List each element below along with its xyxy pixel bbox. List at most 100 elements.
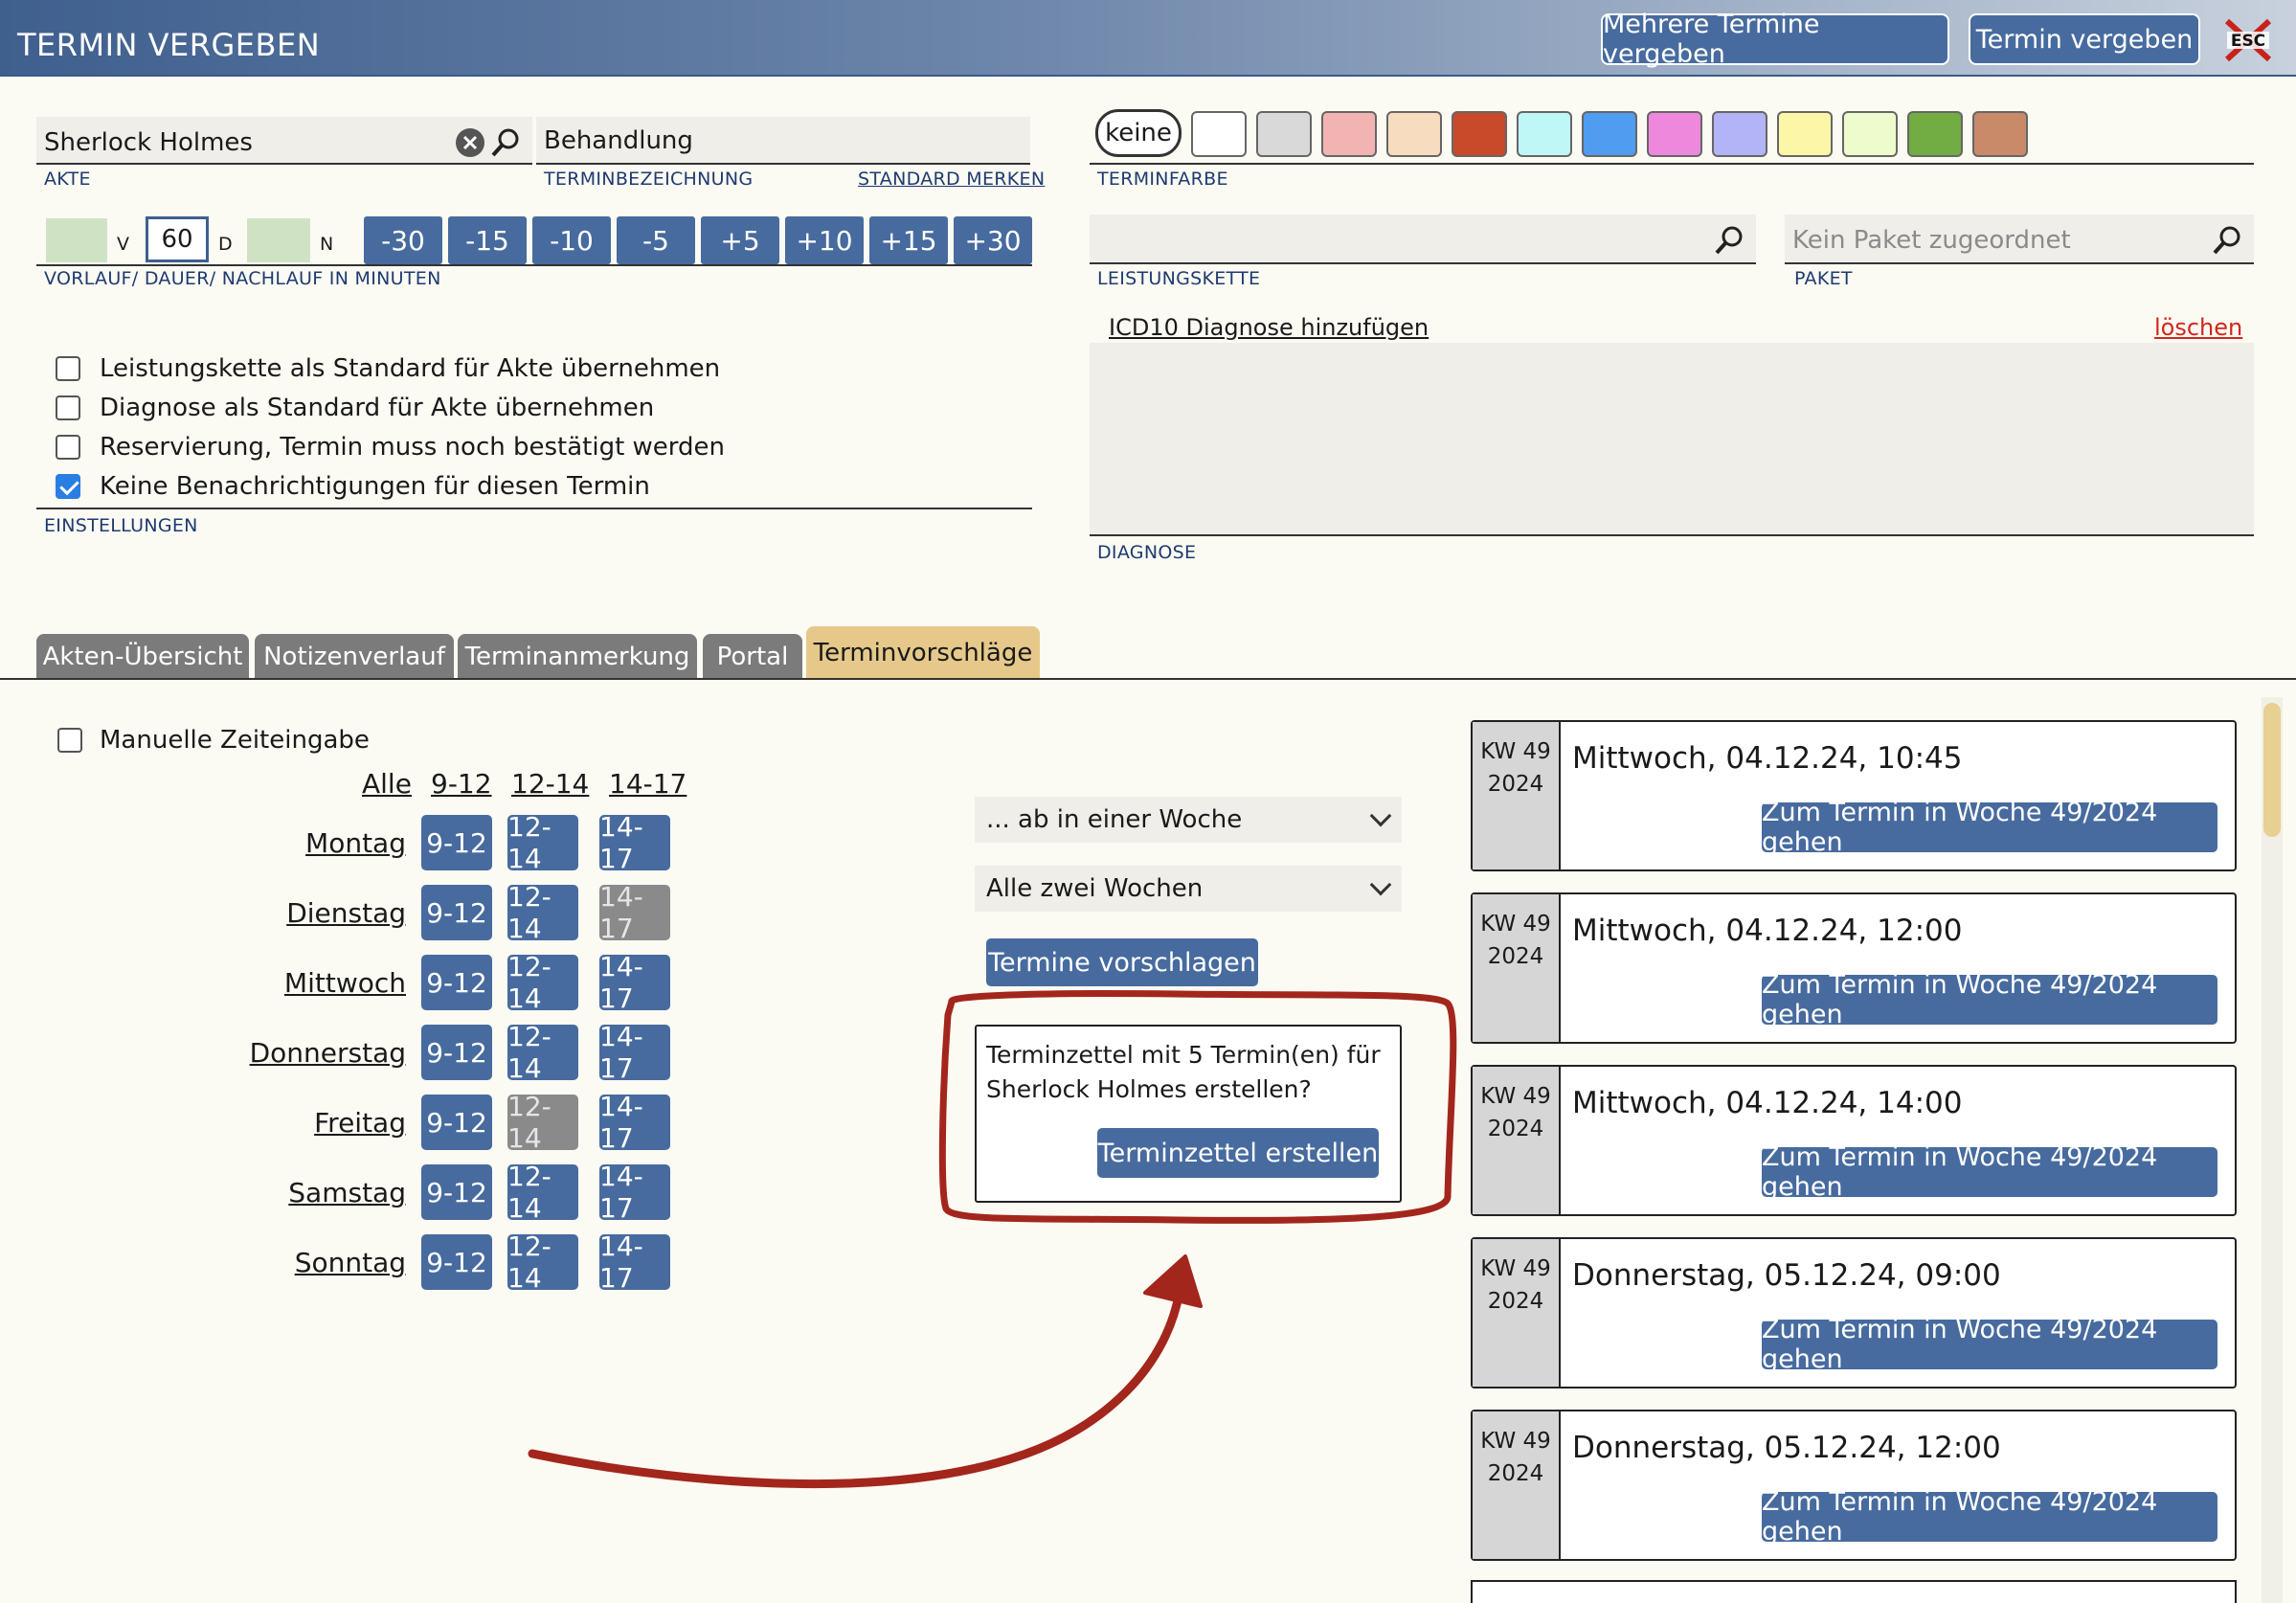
minus-15-button[interactable]: -15 [448,216,527,264]
tab-terminvorschlaege[interactable]: Terminvorschläge [806,626,1040,680]
plus-5-button[interactable]: +5 [701,216,779,264]
goto-week-button[interactable]: Zum Termin in Woche 49/2024 gehen [1762,798,2217,857]
slot-dienstag-9-12[interactable]: 9-12 [421,885,492,940]
leistungskette-search-icon[interactable] [1714,224,1746,260]
tab-notizenverlauf[interactable]: Notizenverlauf [255,634,454,680]
slot-sonntag-9-12[interactable]: 9-12 [421,1234,492,1290]
slot-sonntag-12-14[interactable]: 12-14 [507,1230,578,1294]
checkbox-reservierung[interactable] [56,435,80,460]
color-swatch-yellow[interactable] [1777,111,1833,157]
akte-field[interactable]: Sherlock Holmes [36,117,532,165]
paket-search-icon[interactable] [2212,224,2244,260]
slot-samstag-12-14[interactable]: 12-14 [507,1161,578,1224]
interval-select[interactable]: Alle zwei Wochen [975,866,1402,912]
checkbox-keine-benachrichtigungen[interactable] [56,474,80,499]
slot-freitag-9-12[interactable]: 9-12 [421,1095,492,1150]
slot-montag-9-12[interactable]: 9-12 [421,815,492,870]
column-14-17-link[interactable]: 14-17 [609,768,687,800]
color-swatch-brown[interactable] [1972,111,2028,157]
slot-donnerstag-12-14[interactable]: 12-14 [507,1021,578,1084]
color-swatch-peach[interactable] [1386,111,1442,157]
checkbox-diagnose-standard[interactable] [56,395,80,420]
goto-week-button[interactable]: Zum Termin in Woche 49/2024 gehen [1762,1142,2217,1202]
column-9-12-link[interactable]: 9-12 [431,768,492,800]
color-swatch-cyan[interactable] [1517,111,1572,157]
slot-mittwoch-14-17[interactable]: 14-17 [599,951,670,1014]
vorlauf-input[interactable] [46,218,107,262]
minus-10-button[interactable]: -10 [532,216,611,264]
paket-field[interactable]: Kein Paket zugeordnet [1785,214,2254,264]
plus-15-button[interactable]: +15 [869,216,948,264]
plus-10-button[interactable]: +10 [785,216,864,264]
day-montag[interactable]: Montag [214,827,406,859]
search-icon[interactable] [490,126,523,163]
day-samstag[interactable]: Samstag [214,1177,406,1208]
checkbox-manuelle-zeiteingabe[interactable] [57,728,82,753]
slot-dienstag-14-17[interactable]: 14-17 [599,881,670,944]
slot-dienstag-12-14[interactable]: 12-14 [507,881,578,944]
slot-samstag-14-17[interactable]: 14-17 [599,1161,670,1224]
color-none-button[interactable]: keine [1095,109,1182,157]
column-12-14-link[interactable]: 12-14 [511,768,589,800]
slot-sonntag-14-17[interactable]: 14-17 [599,1230,670,1294]
scrollbar-thumb[interactable] [2263,703,2281,837]
color-swatch-red[interactable] [1452,111,1507,157]
plus-30-button[interactable]: +30 [954,216,1032,264]
leistungskette-field[interactable] [1090,214,1756,264]
color-swatch-pink[interactable] [1321,111,1377,157]
multiple-appointments-button[interactable]: Mehrere Termine vergeben [1601,10,1949,69]
diagnose-area[interactable] [1090,343,2254,536]
assign-appointment-button[interactable]: Termin vergeben [1969,13,2200,65]
color-swatch-magenta[interactable] [1647,111,1702,157]
icd10-add-link[interactable]: ICD10 Diagnose hinzufügen [1109,314,1429,341]
color-swatch-lightgreen[interactable] [1842,111,1898,157]
color-swatch-lavender[interactable] [1712,111,1767,157]
minus-5-button[interactable]: -5 [617,216,695,264]
tab-terminanmerkung[interactable]: Terminanmerkung [458,634,697,680]
esc-close-icon[interactable]: ESC [2223,17,2273,63]
clear-icon[interactable] [456,128,484,157]
day-freitag[interactable]: Freitag [214,1107,406,1139]
minus-30-button[interactable]: -30 [364,216,442,264]
suggest-appointments-button[interactable]: Termine vorschlagen [986,938,1258,986]
slot-mittwoch-9-12[interactable]: 9-12 [421,955,492,1010]
column-all-link[interactable]: Alle [362,768,412,800]
slot-donnerstag-9-12[interactable]: 9-12 [421,1025,492,1080]
dauer-input[interactable]: 60 [146,216,209,262]
einstellungen-divider [36,508,1032,509]
goto-week-button[interactable]: Zum Termin in Woche 49/2024 gehen [1762,1315,2217,1374]
scrollbar-track[interactable] [2262,697,2283,1603]
tab-portal[interactable]: Portal [703,634,802,680]
diagnose-delete-link[interactable]: löschen [2154,314,2242,341]
interval-select-value: Alle zwei Wochen [986,874,1204,903]
terminbezeichnung-field[interactable]: Behandlung [536,117,1030,165]
day-mittwoch[interactable]: Mittwoch [214,967,406,999]
day-dienstag[interactable]: Dienstag [214,897,406,929]
slot-montag-12-14[interactable]: 12-14 [507,811,578,874]
slot-donnerstag-14-17[interactable]: 14-17 [599,1021,670,1084]
window-title: TERMIN VERGEBEN [17,27,321,63]
slot-freitag-12-14[interactable]: 12-14 [507,1091,578,1154]
option-leistungskette-standard: Leistungskette als Standard für Akte übe… [100,354,721,383]
color-swatch-grey[interactable] [1256,111,1312,157]
slot-freitag-14-17[interactable]: 14-17 [599,1091,670,1154]
day-donnerstag[interactable]: Donnerstag [214,1037,406,1069]
create-appointment-sheet-button[interactable]: Terminzettel erstellen [1097,1128,1379,1178]
goto-week-button[interactable]: Zum Termin in Woche 49/2024 gehen [1762,970,2217,1029]
nachlauf-input[interactable] [247,218,310,262]
slot-samstag-9-12[interactable]: 9-12 [421,1164,492,1220]
color-swatch-green[interactable] [1907,111,1963,157]
suggestion-card-partial [1471,1580,2237,1603]
chevron-down-icon [1369,873,1392,896]
checkbox-leistungskette-standard[interactable] [56,356,80,381]
color-swatch-white[interactable] [1191,111,1247,157]
terminbezeichnung-label: TERMINBEZEICHNUNG [544,169,754,190]
color-swatch-blue[interactable] [1582,111,1637,157]
slot-mittwoch-12-14[interactable]: 12-14 [507,951,578,1014]
slot-montag-14-17[interactable]: 14-17 [599,811,670,874]
standard-merken-link[interactable]: STANDARD MERKEN [858,169,1045,190]
day-sonntag[interactable]: Sonntag [214,1247,406,1278]
start-select[interactable]: ... ab in einer Woche [975,797,1402,843]
goto-week-button[interactable]: Zum Termin in Woche 49/2024 gehen [1762,1487,2217,1547]
tab-akten-uebersicht[interactable]: Akten-Übersicht [36,634,249,680]
